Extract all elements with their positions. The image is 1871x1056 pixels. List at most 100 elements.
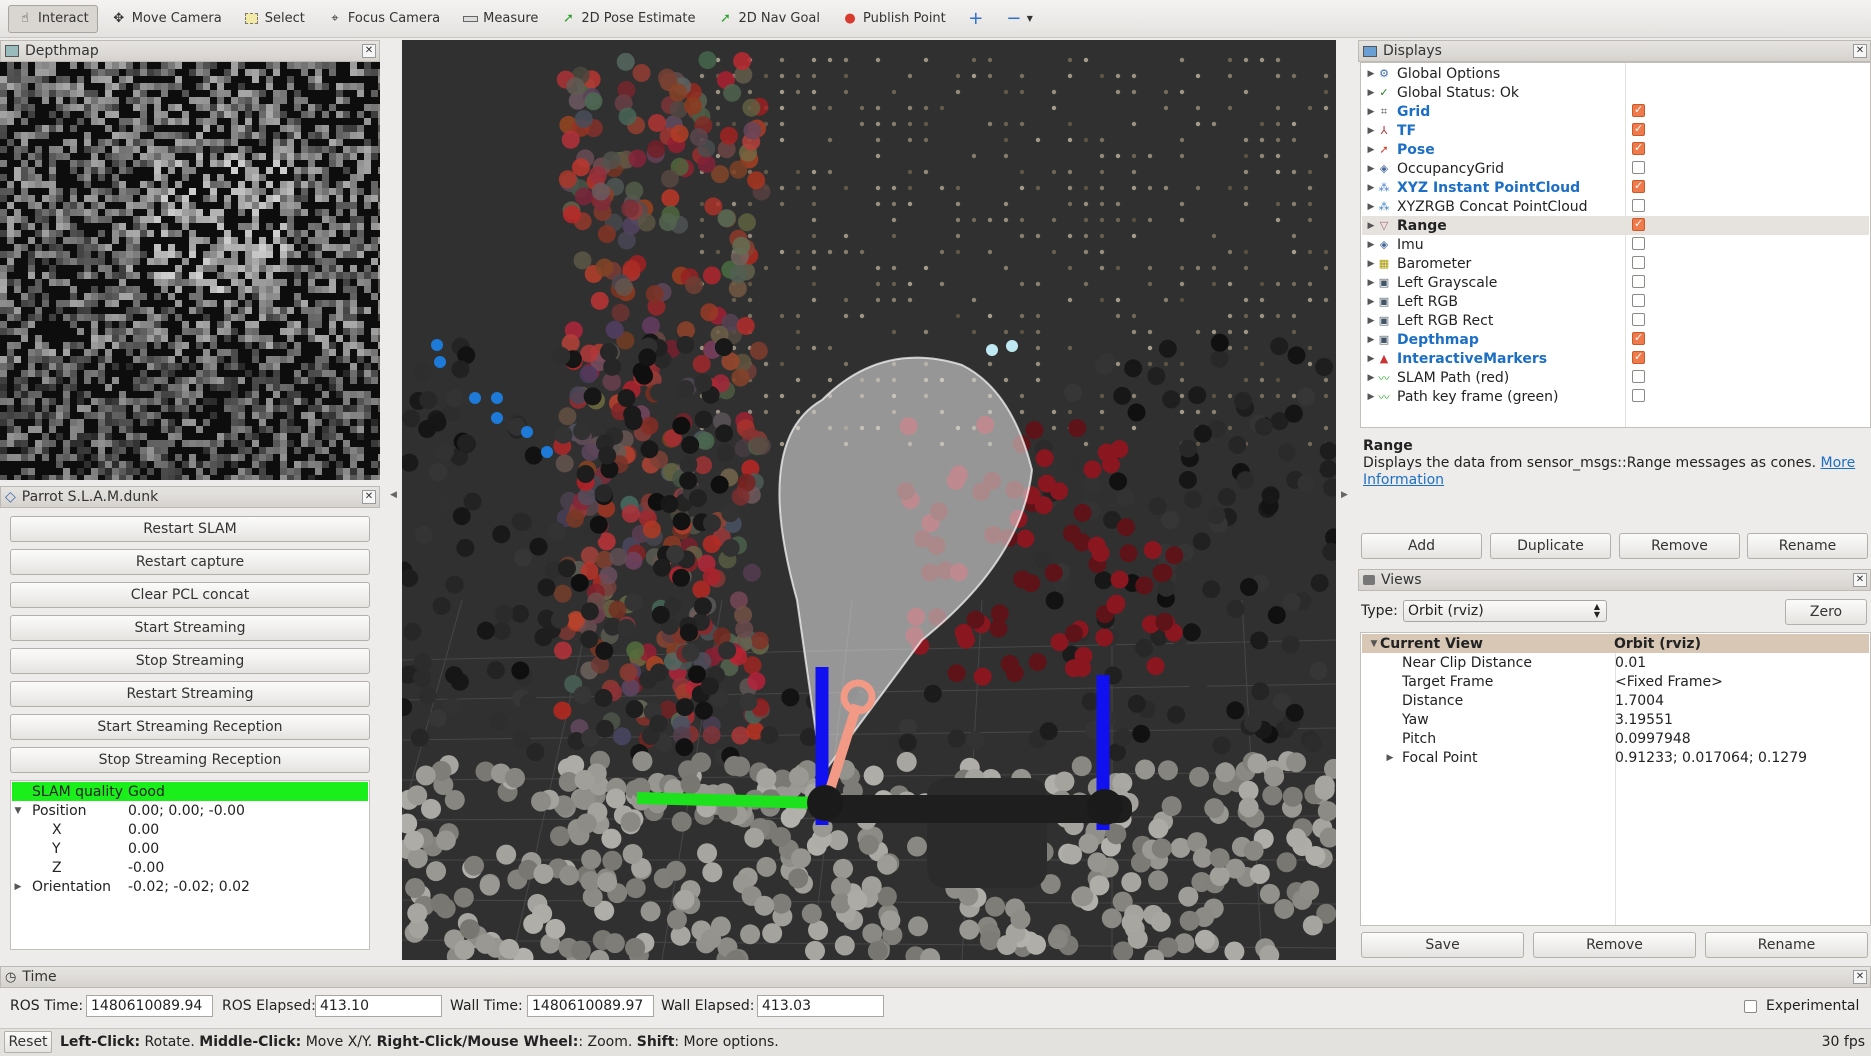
tree-row-z[interactable]: Z -0.00 (12, 858, 164, 877)
close-icon[interactable]: ✕ (1853, 44, 1867, 58)
rename-display-button[interactable]: Rename (1747, 533, 1868, 559)
occupancygrid-enabled-checkbox[interactable] (1632, 161, 1645, 174)
add-display-button[interactable]: Add (1361, 533, 1482, 559)
display-item-left-rgb-rect[interactable]: ▶ ▣ Left RGB Rect (1365, 311, 1494, 330)
publish-point-tool[interactable]: ● Publish Point (833, 5, 955, 33)
chevron-right-icon[interactable]: ▶ (1365, 145, 1377, 155)
chevron-right-icon[interactable]: ▶ (1365, 69, 1377, 79)
chevron-right-icon[interactable]: ▶ (12, 882, 24, 892)
display-item-left-grayscale[interactable]: ▶ ▣ Left Grayscale (1365, 273, 1498, 292)
ros-elapsed-field[interactable]: 413.10 (315, 995, 442, 1017)
left-rgb-enabled-checkbox[interactable] (1632, 294, 1645, 307)
display-item-path-key-frame[interactable]: ▶ 〰 Path key frame (green) (1365, 387, 1559, 406)
chevron-right-icon[interactable]: ▶ (1365, 335, 1377, 345)
chevron-right-icon[interactable]: ▶ (1365, 373, 1377, 383)
nav-goal-tool[interactable]: ➚ 2D Nav Goal (708, 5, 829, 33)
experimental-checkbox[interactable] (1744, 1000, 1757, 1013)
focus-camera-tool[interactable]: ⌖ Focus Camera (318, 5, 449, 33)
display-item-xyz-instant-pointcloud[interactable]: ▶ ⁂ XYZ Instant PointCloud (1365, 178, 1581, 197)
chevron-right-icon[interactable]: ▶ (1365, 164, 1377, 174)
chevron-down-icon[interactable]: ▼ (1368, 639, 1380, 649)
chevron-right-icon[interactable]: ▶ (1365, 88, 1377, 98)
select-tool[interactable]: Select (235, 5, 314, 33)
prop-pitch[interactable]: Pitch 0.0997948 (1362, 729, 1691, 748)
interact-tool[interactable]: ☝ Interact (8, 4, 98, 33)
prop-yaw[interactable]: Yaw 3.19551 (1362, 710, 1673, 729)
slam-path-enabled-checkbox[interactable] (1632, 370, 1645, 383)
chevron-right-icon[interactable]: ▶ (1365, 297, 1377, 307)
display-item-imu[interactable]: ▶ ◈ Imu (1365, 235, 1424, 254)
interactivemarkers-enabled-checkbox[interactable] (1632, 350, 1645, 364)
chevron-right-icon[interactable]: ▶ (1384, 753, 1396, 763)
tree-row-y[interactable]: Y 0.00 (12, 839, 159, 858)
close-icon[interactable]: ✕ (362, 490, 376, 504)
save-view-button[interactable]: Save (1361, 932, 1524, 958)
chevron-right-icon[interactable]: ▶ (1365, 316, 1377, 326)
view-type-select[interactable]: Orbit (rviz) ▲ ▼ (1403, 600, 1607, 622)
right-splitter-handle[interactable]: ▶ (1341, 490, 1348, 500)
prop-near-clip-distance[interactable]: Near Clip Distance 0.01 (1362, 653, 1646, 672)
display-item-global-options[interactable]: ▶ ⚙ Global Options (1365, 64, 1501, 83)
depthmap-enabled-checkbox[interactable] (1632, 331, 1645, 345)
chevron-right-icon[interactable]: ▶ (1365, 354, 1377, 364)
left-rgb-rect-enabled-checkbox[interactable] (1632, 313, 1645, 326)
stop-streaming-button[interactable]: Stop Streaming (10, 648, 370, 674)
path-key-frame-enabled-checkbox[interactable] (1632, 389, 1645, 402)
display-item-xyzrgb-concat-pointcloud[interactable]: ▶ ⁂ XYZRGB Concat PointCloud (1365, 197, 1588, 216)
pose-estimate-tool[interactable]: ➚ 2D Pose Estimate (551, 5, 704, 33)
tf-enabled-checkbox[interactable] (1632, 122, 1645, 136)
3d-render-viewport[interactable] (402, 40, 1336, 960)
pose-enabled-checkbox[interactable] (1632, 141, 1645, 155)
remove-tool-button[interactable]: − ▼ (997, 5, 1042, 33)
grid-enabled-checkbox[interactable] (1632, 103, 1645, 117)
reset-button[interactable]: Reset (4, 1031, 52, 1053)
close-icon[interactable]: ✕ (362, 44, 376, 58)
tree-row-x[interactable]: X 0.00 (12, 820, 159, 839)
measure-tool[interactable]: Measure (453, 5, 547, 33)
xyzrgb-concat-pointcloud-enabled-checkbox[interactable] (1632, 199, 1645, 212)
ros-time-field[interactable]: 1480610089.94 (86, 995, 213, 1017)
add-tool-button[interactable]: + (959, 5, 993, 33)
tree-row-slam-quality[interactable]: SLAM quality Good (12, 782, 368, 801)
duplicate-display-button[interactable]: Duplicate (1490, 533, 1611, 559)
display-item-occupancygrid[interactable]: ▶ ◈ OccupancyGrid (1365, 159, 1504, 178)
clear-pcl-concat-button[interactable]: Clear PCL concat (10, 582, 370, 608)
point-cloud-scene[interactable] (402, 40, 1336, 960)
display-item-depthmap[interactable]: ▶ ▣ Depthmap (1365, 330, 1479, 349)
display-item-range[interactable]: ▶ ▽ Range (1362, 216, 1869, 235)
display-item-barometer[interactable]: ▶ ▦ Barometer (1365, 254, 1472, 273)
more-information-link-continued[interactable]: Information (1363, 472, 1444, 488)
remove-display-button[interactable]: Remove (1619, 533, 1740, 559)
chevron-right-icon[interactable]: ▶ (1365, 183, 1377, 193)
chevron-right-icon[interactable]: ▶ (1365, 202, 1377, 212)
imu-enabled-checkbox[interactable] (1632, 237, 1645, 250)
current-view-row[interactable]: ▼ Current View Orbit (rviz) (1362, 634, 1869, 653)
xyz-instant-pointcloud-enabled-checkbox[interactable] (1632, 179, 1645, 193)
chevron-right-icon[interactable]: ▶ (1365, 107, 1377, 117)
chevron-right-icon[interactable]: ▶ (1365, 392, 1377, 402)
display-item-pose[interactable]: ▶ ➚ Pose (1365, 140, 1435, 159)
chevron-right-icon[interactable]: ▶ (1365, 259, 1377, 269)
display-item-tf[interactable]: ▶ ⅄ TF (1365, 121, 1417, 140)
chevron-down-icon[interactable]: ▼ (12, 806, 24, 816)
barometer-enabled-checkbox[interactable] (1632, 256, 1645, 269)
prop-distance[interactable]: Distance 1.7004 (1362, 691, 1664, 710)
chevron-right-icon[interactable]: ▶ (1365, 278, 1377, 288)
close-icon[interactable]: ✕ (1853, 970, 1867, 984)
prop-focal-point[interactable]: ▶ Focal Point 0.91233; 0.017064; 0.1279 (1362, 748, 1807, 767)
display-item-global-status[interactable]: ▶ ✓ Global Status: Ok (1365, 83, 1519, 102)
move-camera-tool[interactable]: ✥ Move Camera (102, 5, 231, 33)
chevron-right-icon[interactable]: ▶ (1365, 240, 1377, 250)
restart-capture-button[interactable]: Restart capture (10, 549, 370, 575)
more-information-link[interactable]: More (1820, 455, 1855, 471)
remove-view-button[interactable]: Remove (1533, 932, 1696, 958)
left-splitter-handle[interactable]: ◀ (390, 490, 397, 500)
zero-view-button[interactable]: Zero (1785, 599, 1867, 625)
start-streaming-reception-button[interactable]: Start Streaming Reception (10, 714, 370, 740)
restart-streaming-button[interactable]: Restart Streaming (10, 681, 370, 707)
left-grayscale-enabled-checkbox[interactable] (1632, 275, 1645, 288)
restart-slam-button[interactable]: Restart SLAM (10, 516, 370, 542)
display-item-slam-path[interactable]: ▶ 〰 SLAM Path (red) (1365, 368, 1510, 387)
start-streaming-button[interactable]: Start Streaming (10, 615, 370, 641)
chevron-right-icon[interactable]: ▶ (1365, 126, 1377, 136)
